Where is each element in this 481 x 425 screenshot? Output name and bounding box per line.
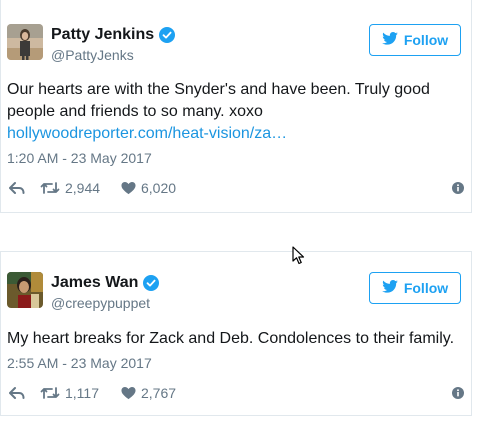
tweet-card-james-wan: James Wan @creepypuppet Follow My heart … [0, 251, 472, 416]
avatar[interactable] [7, 272, 43, 308]
author-name-row: James Wan [51, 274, 160, 292]
reply-icon [9, 386, 25, 400]
timestamp[interactable]: 1:20 AM - 23 May 2017 [7, 150, 152, 166]
like-button[interactable]: 2,767 [121, 384, 176, 402]
tweet-card-patty-jenkins: Patty Jenkins @PattyJenks Follow Our hea… [0, 0, 472, 213]
handle[interactable]: @creepypuppet [51, 295, 150, 311]
reply-button[interactable] [9, 384, 25, 402]
verified-badge-icon [143, 275, 160, 291]
verified-badge-icon [159, 27, 176, 43]
retweet-count: 1,117 [65, 385, 99, 401]
timestamp[interactable]: 2:55 AM - 23 May 2017 [7, 355, 152, 371]
tweet-link[interactable]: hollywoodreporter.com/heat-vision/za… [7, 123, 467, 145]
retweet-icon [40, 181, 60, 195]
info-icon [452, 182, 464, 194]
info-button[interactable] [452, 384, 464, 402]
tweet-body: My heart breaks for Zack and Deb. Condol… [7, 330, 455, 347]
twitter-bird-icon [382, 32, 398, 48]
like-count: 2,767 [141, 385, 177, 401]
handle[interactable]: @PattyJenks [51, 47, 134, 63]
follow-button[interactable]: Follow [369, 24, 461, 56]
tweet-text: My heart breaks for Zack and Deb. Condol… [7, 328, 467, 350]
info-button[interactable] [452, 179, 464, 197]
heart-icon [121, 386, 136, 400]
retweet-button[interactable]: 1,117 [40, 384, 99, 402]
info-icon [452, 387, 464, 399]
follow-button-label: Follow [403, 280, 449, 296]
author-name-row: Patty Jenkins [51, 26, 176, 44]
retweet-icon [40, 386, 60, 400]
tweet-text: Our hearts are with the Snyder's and hav… [7, 79, 467, 145]
avatar[interactable] [7, 24, 43, 60]
display-name[interactable]: Patty Jenkins [51, 26, 154, 44]
tweet-actions: 2,944 6,020 [7, 179, 467, 197]
reply-icon [9, 181, 25, 195]
tweet-actions: 1,117 2,767 [7, 384, 467, 402]
retweet-count: 2,944 [65, 180, 101, 196]
display-name[interactable]: James Wan [51, 274, 138, 292]
twitter-bird-icon [382, 280, 398, 296]
follow-button[interactable]: Follow [369, 272, 461, 304]
like-button[interactable]: 6,020 [121, 179, 176, 197]
reply-button[interactable] [9, 179, 25, 197]
tweet-body: Our hearts are with the Snyder's and hav… [7, 81, 430, 120]
mouse-cursor-icon [292, 246, 306, 266]
follow-button-label: Follow [403, 32, 449, 48]
heart-icon [121, 181, 136, 195]
retweet-button[interactable]: 2,944 [40, 179, 100, 197]
like-count: 6,020 [141, 180, 177, 196]
